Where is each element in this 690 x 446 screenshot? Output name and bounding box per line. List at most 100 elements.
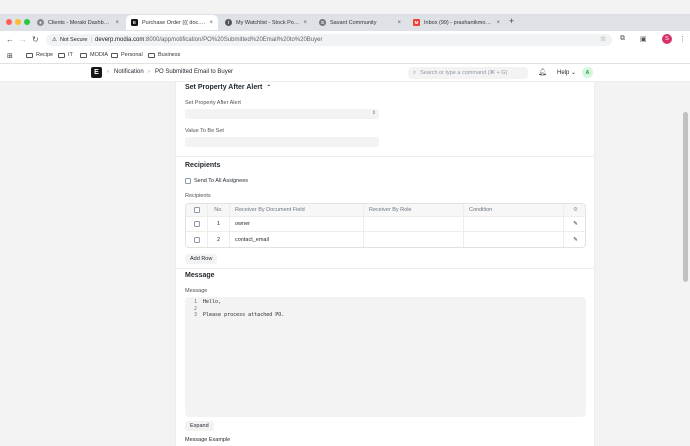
browser-tab[interactable]: M Inbox (99) - prashantkmody@ × [408,15,505,30]
reload-icon[interactable]: ↻ [32,35,39,44]
bookmark-folder-business[interactable]: Business [148,52,180,58]
bookmark-star-icon[interactable]: ☆ [600,35,606,43]
not-secure-warning-icon[interactable]: ⚠ [52,37,57,43]
value-to-be-set-input[interactable] [185,137,379,147]
code-line: 3 Please process attached PO. [193,312,285,319]
recipients-table: No. Receiver By Document Field Receiver … [185,203,586,248]
select-arrows-icon: ⇕ [371,110,376,116]
folder-icon [111,52,118,58]
row-checkbox[interactable] [193,221,200,227]
edit-row-icon[interactable]: ✎ [573,221,578,227]
column-header-receiver-by-document-field: Receiver By Document Field [230,204,364,216]
browser-tab-active[interactable]: E Purchase Order ({{ doc.name × [126,15,218,30]
notification-form: Set Property After Alert ⌃ Set Property A… [175,82,595,446]
edit-row-icon[interactable]: ✎ [573,237,578,243]
section-heading-message[interactable]: Message [185,272,215,279]
savant-icon: S [319,19,326,26]
settings-gear-icon[interactable]: ⚙ [573,207,578,213]
section-heading-set-property[interactable]: Set Property After Alert ⌃ [185,84,271,91]
close-tab-icon[interactable]: × [496,20,500,26]
erpnext-icon: E [131,19,138,26]
awesomebar-search-input[interactable]: ⌕ Search or type a command (⌘ + G) [408,67,528,79]
receiver-by-role-cell[interactable] [364,217,464,231]
column-header-receiver-by-role: Receiver By Role [364,204,464,216]
row-number: 1 [208,217,230,231]
forward-icon[interactable]: → [19,35,27,44]
address-bar[interactable]: ⚠ Not Secure | deverp.modia.com:8000/app… [46,34,612,46]
chevron-down-icon: ⌄ [571,70,577,76]
message-example-label[interactable]: Message Example [185,437,230,443]
minimize-window-icon[interactable] [15,19,21,25]
back-icon[interactable]: ← [6,35,14,44]
not-secure-label[interactable]: Not Secure [60,37,88,43]
breadcrumb-notification[interactable]: Notification [114,69,144,75]
receiver-by-role-cell[interactable] [364,232,464,247]
close-window-icon[interactable] [6,19,12,25]
section-heading-recipients[interactable]: Recipients [185,162,220,169]
profile-avatar[interactable]: S [662,34,672,44]
row-number: 2 [208,232,230,247]
chevron-right-icon: › [107,69,109,75]
close-tab-icon[interactable]: × [115,20,119,26]
expand-button[interactable]: Expand [185,421,214,431]
row-checkbox[interactable] [193,236,200,243]
bookmarks-bar: ⊞ Recipe IT MODIA Personal Business [0,49,690,64]
apps-grid-icon[interactable]: ⊞ [7,52,13,60]
condition-cell[interactable] [464,217,564,231]
select-all-rows-checkbox[interactable] [193,207,200,213]
new-tab-icon[interactable]: + [509,16,514,26]
bookmark-folder-modia[interactable]: MODIA [80,52,108,58]
notification-bell-icon[interactable]: 🔔︎ [538,68,547,76]
send-to-all-assignees-checkbox[interactable] [185,178,191,184]
browser-toolbar: ← → ↻ ⚠ Not Secure | deverp.modia.com:80… [0,31,690,49]
extensions-icon[interactable]: ⧉ [620,35,625,43]
folder-icon [58,52,65,58]
browser-tab-bar: ● Clients - Meraki Dashboard × E Purchas… [0,14,690,31]
bookmark-folder-it[interactable]: IT [58,52,73,58]
close-tab-icon[interactable]: × [303,20,307,26]
section-divider [176,156,594,157]
scrollbar-thumb[interactable] [683,112,688,282]
breadcrumb-document[interactable]: PO Submitted Email to Buyer [155,69,233,75]
table-row[interactable]: 2 contact_email ✎ [186,232,585,247]
watchlist-icon: / [225,19,232,26]
message-label: Message [185,288,208,294]
bookmark-folder-personal[interactable]: Personal [111,52,143,58]
chevron-right-icon: › [148,69,150,75]
column-header-no: No. [208,204,230,216]
table-header-row: No. Receiver By Document Field Receiver … [186,204,585,217]
user-avatar[interactable]: A [582,67,593,78]
section-divider [176,268,594,269]
close-tab-icon[interactable]: × [209,20,213,26]
set-property-label: Set Property After Alert [185,100,241,106]
browser-tab[interactable]: ● Clients - Meraki Dashboard × [32,15,124,30]
search-icon: ⌕ [413,69,417,76]
separator: | [90,37,93,43]
folder-icon [80,52,87,58]
table-row[interactable]: 1 owner ✎ [186,217,585,232]
receiver-by-document-field-cell[interactable]: contact_email [230,232,364,247]
folder-icon [148,52,155,58]
chevron-up-icon: ⌃ [266,85,272,91]
app-logo[interactable]: E [91,67,102,78]
add-row-button[interactable]: Add Row [185,254,218,264]
receiver-by-document-field-cell[interactable]: owner [230,217,364,231]
browser-tab[interactable]: S Savant Community × [314,15,406,30]
url-text[interactable]: deverp.modia.com:8000/app/notification/P… [95,37,322,43]
send-to-all-assignees-label[interactable]: Send To All Assignees [194,178,248,184]
folder-icon [26,52,33,58]
browser-menu-icon[interactable]: ⋮ [679,35,686,43]
condition-cell[interactable] [464,232,564,247]
page-scrollbar[interactable] [681,82,690,446]
set-property-select[interactable]: ⇕ [185,109,379,119]
browser-tab[interactable]: / My Watchlist - Stock Portfolio × [220,15,312,30]
meraki-icon: ● [37,19,44,26]
message-code-editor[interactable]: 1 Hello, 2 3 Please process attached PO. [185,297,586,417]
column-header-condition: Condition [464,204,564,216]
recipients-table-label: Recipients [185,193,211,199]
sidebar-icon[interactable]: ▣ [640,35,647,43]
close-tab-icon[interactable]: × [397,20,401,26]
bookmark-folder-recipe[interactable]: Recipe [26,52,53,58]
help-dropdown[interactable]: Help ⌄ [557,69,576,76]
maximize-window-icon[interactable] [24,19,30,25]
